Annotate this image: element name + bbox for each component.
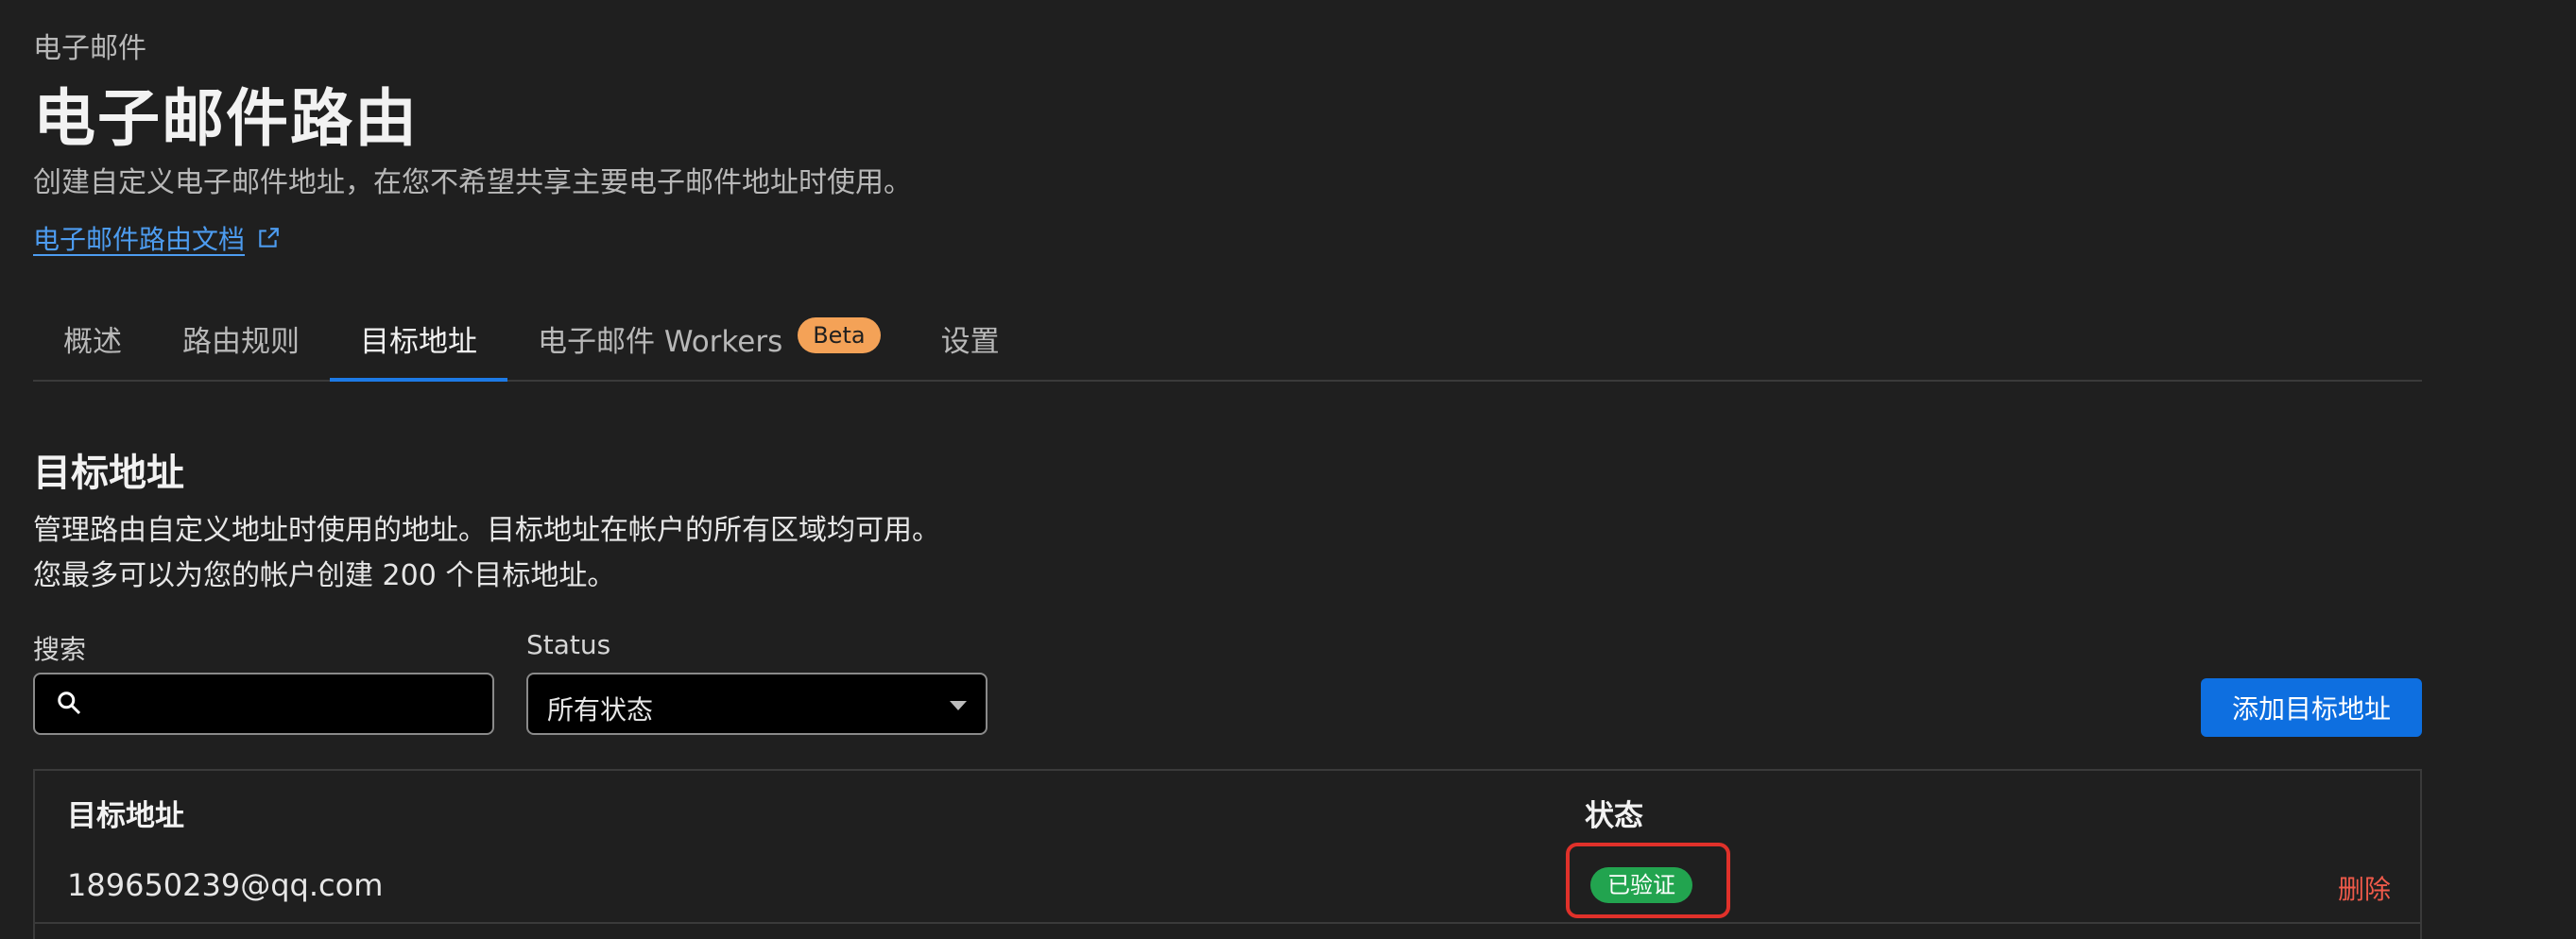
docs-link[interactable]: 电子邮件路由文档 <box>33 219 281 257</box>
status-badge: 已验证 <box>1590 867 1692 903</box>
status-select[interactable]: 所有状态 <box>526 673 987 735</box>
tab-label: 概述 <box>63 325 122 359</box>
tab-destination-addresses[interactable]: 目标地址 <box>330 299 507 382</box>
tab-label: 设置 <box>940 325 1000 359</box>
tab-email-workers[interactable]: 电子邮件 Workers Beta <box>507 299 911 380</box>
breadcrumb: 电子邮件 <box>33 32 146 65</box>
tab-label: 路由规则 <box>182 325 300 359</box>
chevron-down-icon <box>950 701 967 710</box>
tab-label: 目标地址 <box>360 325 477 359</box>
search-label: 搜索 <box>33 634 87 665</box>
docs-link-label: 电子邮件路由文档 <box>33 224 246 255</box>
status-label: Status <box>526 629 611 660</box>
row-divider <box>35 922 2420 924</box>
tab-overview[interactable]: 概述 <box>33 299 152 380</box>
description-line-1: 管理路由自定义地址时使用的地址。目标地址在帐户的所有区域均可用。 <box>33 514 940 547</box>
tab-routing-rules[interactable]: 路由规则 <box>152 299 330 380</box>
section-title: 目标地址 <box>33 452 184 495</box>
beta-badge: Beta <box>798 317 881 353</box>
status-select-value: 所有状态 <box>547 694 654 726</box>
section-description: 管理路由自定义地址时使用的地址。目标地址在帐户的所有区域均可用。 您最多可以为您… <box>33 508 940 599</box>
delete-button[interactable]: 删除 <box>2338 869 2391 907</box>
tab-label: 电子邮件 Workers <box>538 325 783 359</box>
page-title: 电子邮件路由 <box>33 82 419 155</box>
add-destination-address-button[interactable]: 添加目标地址 <box>2201 678 2422 737</box>
search-icon <box>58 691 81 715</box>
column-header-status: 状态 <box>1585 799 1643 833</box>
tab-settings[interactable]: 设置 <box>911 299 1030 380</box>
external-link-icon <box>259 228 279 248</box>
destination-address-table: 目标地址 状态 189650239@qq.com 已验证 删除 <box>33 769 2422 939</box>
search-input[interactable] <box>33 673 494 735</box>
tab-bar: 概述 路由规则 目标地址 电子邮件 Workers Beta 设置 <box>33 299 2422 382</box>
email-address: 189650239@qq.com <box>67 867 384 903</box>
description-line-2: 您最多可以为您的帐户创建 200 个目标地址。 <box>33 559 616 592</box>
page-subtitle: 创建自定义电子邮件地址，在您不希望共享主要电子邮件地址时使用。 <box>33 166 912 199</box>
column-header-address: 目标地址 <box>67 799 184 833</box>
